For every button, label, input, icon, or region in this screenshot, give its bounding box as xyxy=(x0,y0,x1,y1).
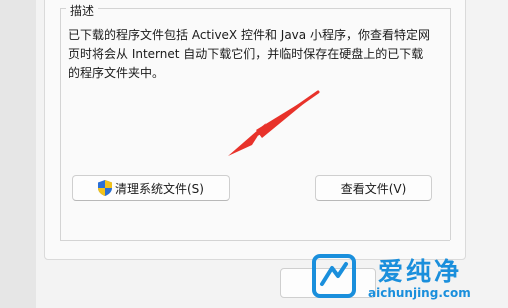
brand-url: aichunjing.com xyxy=(368,286,471,300)
watermark-logo: 爱纯净 aichunjing.com xyxy=(306,250,508,308)
brand-logo-icon xyxy=(312,254,356,298)
brand-name: 爱纯净 xyxy=(378,257,463,286)
